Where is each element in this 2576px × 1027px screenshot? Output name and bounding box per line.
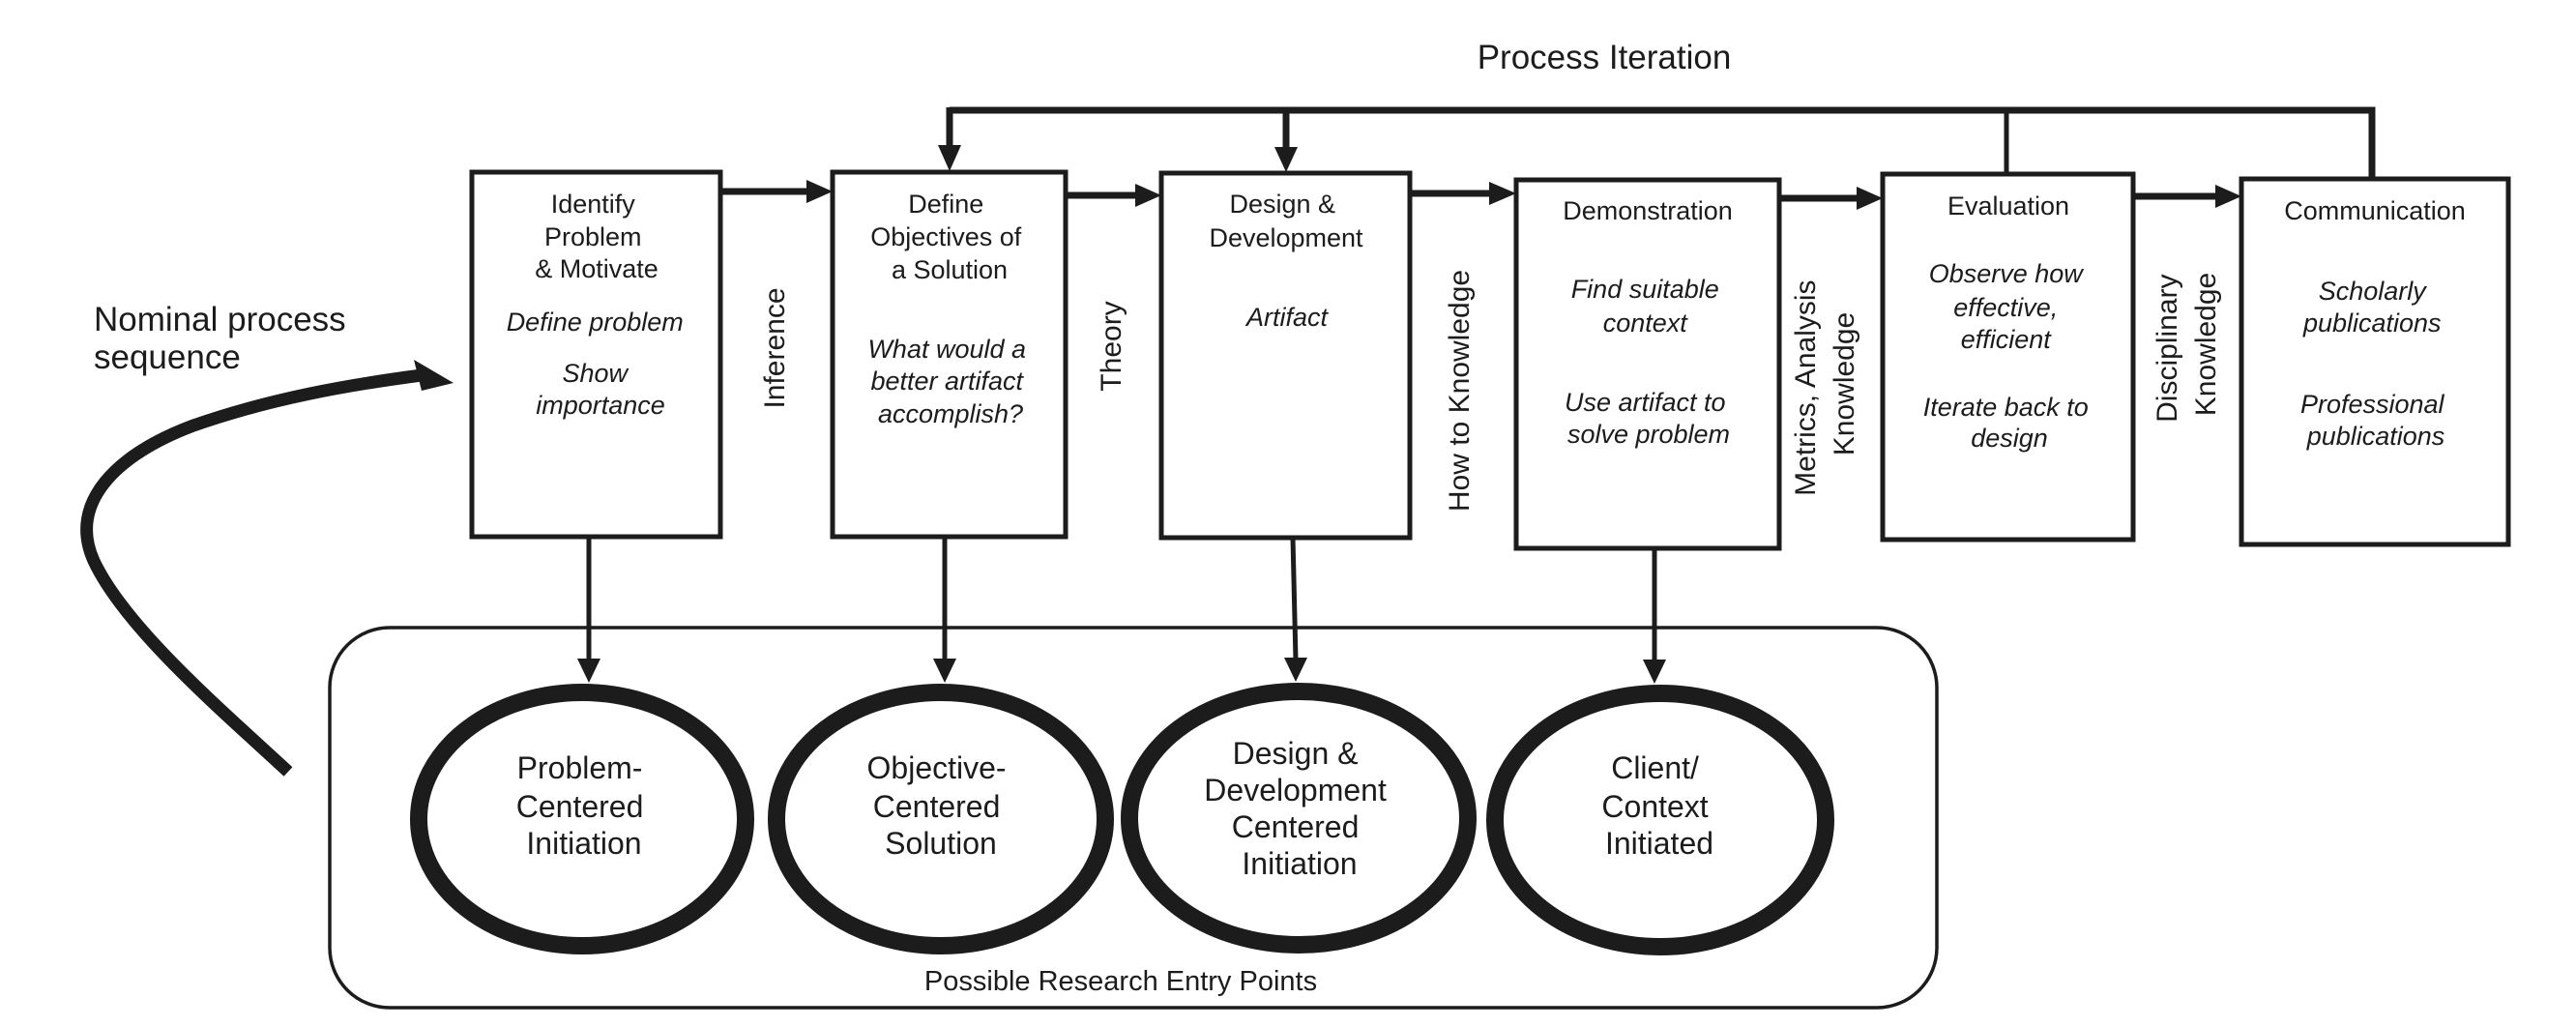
entry-point-objective-centered: Objective- Centered Solution xyxy=(768,684,1114,954)
arrowhead xyxy=(1284,658,1307,682)
entry-point-client-context: Client/ Context Initiated xyxy=(1486,685,1834,955)
transition-label-theory: Theory xyxy=(1096,301,1127,391)
step-heading: Evaluation xyxy=(1947,191,2069,220)
step-heading: Demonstration xyxy=(1563,196,1733,225)
entry-label: Objective- Centered Solution xyxy=(867,750,1015,861)
entry-points-caption: Possible Research Entry Points xyxy=(924,966,1317,997)
transition-label-disciplinary-knowledge: Disciplinary Knowledge xyxy=(2152,266,2222,423)
nominal-arrowhead xyxy=(414,360,454,391)
iteration-loop xyxy=(938,106,2376,178)
arrowhead xyxy=(806,180,833,203)
step-define-objectives: Define Objectives of a Solution What wou… xyxy=(830,169,1068,540)
arrowhead xyxy=(933,659,956,683)
step-box xyxy=(1880,171,2136,543)
step-communication: Communication Scholarly publications Pro… xyxy=(2239,176,2511,547)
step-evaluation: Evaluation Observe how effective, effici… xyxy=(1880,171,2136,543)
entry-point-problem-centered: Problem- Centered Initiation xyxy=(410,684,754,954)
transition-label-inference: Inference xyxy=(759,287,791,408)
step-heading: Identify Problem & Motivate xyxy=(535,190,659,283)
research-entry-points: Problem- Centered Initiation Objective- … xyxy=(328,537,1939,1010)
step-activities: What would a better artifact accomplish? xyxy=(867,335,1033,428)
process-iteration-title: Process Iteration xyxy=(1478,39,1732,76)
transition-label-how-to-knowledge: How to Knowledge xyxy=(1444,270,1476,512)
arrowhead xyxy=(1135,184,1161,207)
nominal-process-label: Nominal process sequence xyxy=(94,301,355,376)
nominal-process-sequence: Nominal process sequence xyxy=(80,301,454,777)
step-demonstration: Demonstration Find suitable context Use … xyxy=(1513,177,1782,551)
step-box xyxy=(2239,176,2511,547)
arrowhead xyxy=(2215,185,2241,208)
arrowhead xyxy=(1857,187,1883,210)
step-identify-problem: Identify Problem & Motivate Define probl… xyxy=(469,169,723,540)
entry-point-design-development-centered: Design & Development Centered Initiation xyxy=(1121,683,1477,954)
step-design-development: Design & Development Artifact xyxy=(1158,170,1413,541)
entry-label: Problem- Centered Initiation xyxy=(516,750,653,861)
step-activities: Artifact xyxy=(1244,303,1330,332)
arrowhead xyxy=(1643,660,1666,684)
transition-label-metrics-analysis: Metrics, Analysis Knowledge xyxy=(1790,272,1860,496)
iteration-arrowhead-design xyxy=(1274,147,1298,172)
nominal-curve-arrow xyxy=(80,368,423,777)
step-box xyxy=(1513,177,1782,551)
step-heading: Communication xyxy=(2284,196,2466,225)
dsrm-process-diagram: Process Iteration Identify Problem & Mot… xyxy=(80,39,2511,1010)
entry-label: Client/ Context Initiated xyxy=(1601,750,1716,861)
arrowhead xyxy=(577,659,600,683)
iteration-arrowhead-objectives xyxy=(938,145,961,171)
iteration-top-line xyxy=(950,106,2376,178)
entry-arrow-design xyxy=(1290,537,1299,661)
arrowhead xyxy=(1489,182,1516,205)
